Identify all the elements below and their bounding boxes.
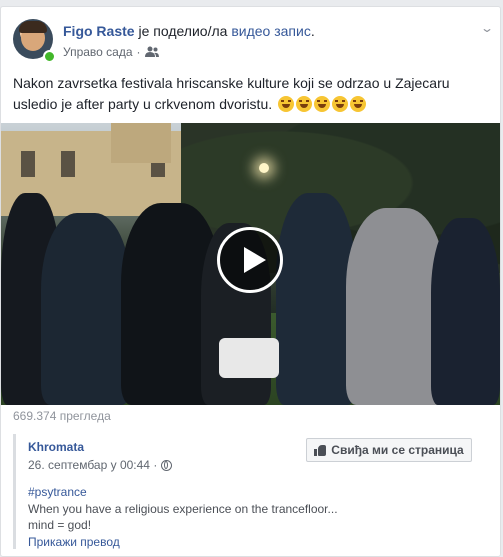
post-header: Figo Raste је поделио/ла видео запис.: [63, 23, 315, 39]
original-post-block: Khromata 26. септембар у 00:44 · Свиђа м…: [13, 434, 489, 549]
crowd-bag: [219, 338, 279, 378]
see-translation-link[interactable]: Прикажи превод: [28, 535, 120, 549]
laughing-tears-emoji: [332, 96, 349, 112]
like-page-button[interactable]: Свиђа ми се страница: [306, 438, 472, 462]
laughing-tears-emoji: [278, 96, 295, 112]
post-meta: Управо сада ·: [63, 45, 159, 59]
video-player[interactable]: [1, 123, 500, 405]
post-body: Nakon zavrsetka festivala hriscanske kul…: [13, 75, 450, 112]
play-icon[interactable]: [217, 227, 283, 293]
video-lamp: [259, 163, 269, 173]
post-options-chevron-icon[interactable]: ⌄: [480, 21, 494, 35]
action-text: је поделио/ла: [134, 23, 232, 39]
shared-video-link[interactable]: видео запис: [231, 23, 311, 39]
meta-separator: ·: [136, 45, 141, 59]
source-post-date[interactable]: 26. септембар у 00:44 ·: [28, 458, 157, 472]
crowd-person: [431, 218, 500, 405]
friends-icon[interactable]: [144, 46, 159, 58]
crowd-person: [41, 213, 131, 405]
laughing-tears-emoji: [296, 96, 313, 112]
post-text: Nakon zavrsetka festivala hriscanske kul…: [13, 73, 489, 115]
action-end: .: [310, 23, 315, 39]
author-name-link[interactable]: Figo Raste: [63, 23, 135, 39]
hashtag-link[interactable]: #psytrance: [28, 485, 87, 499]
like-page-label: Свиђа ми се страница: [331, 443, 464, 457]
avatar-hair: [19, 21, 47, 33]
building-window: [61, 151, 75, 177]
online-status-dot: [43, 50, 56, 63]
laughing-tears-emoji: [350, 96, 367, 112]
crowd-person: [276, 193, 356, 405]
description-line: When you have a religious experience on …: [28, 502, 338, 516]
thumbs-up-icon: [314, 444, 327, 456]
globe-icon: [161, 459, 173, 471]
description-line: mind = god!: [28, 518, 92, 532]
view-count: 669.374 прегледа: [13, 409, 111, 423]
laughing-tears-emoji: [314, 96, 331, 112]
source-post-meta: 26. септембар у 00:44 ·: [28, 458, 173, 472]
video-tower: [111, 123, 171, 163]
post-timestamp[interactable]: Управо сада: [63, 45, 133, 59]
building-window: [21, 151, 35, 177]
post-card: Figo Raste је поделио/ла видео запис. Уп…: [0, 6, 501, 557]
source-description: When you have a religious experience on …: [28, 501, 338, 533]
source-page-name[interactable]: Khromata: [28, 440, 84, 454]
